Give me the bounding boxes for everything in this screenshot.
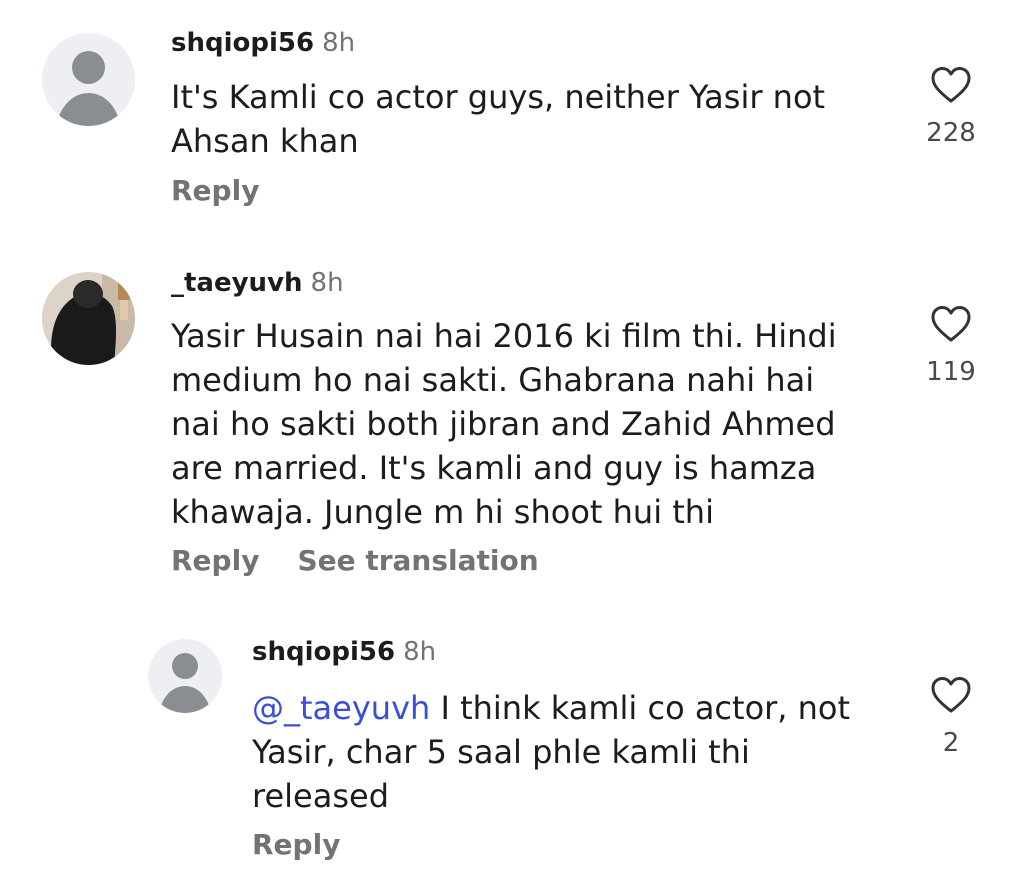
username[interactable]: shqiopi56 [252, 637, 395, 667]
comment-header: shqiopi56 8h [171, 28, 355, 58]
comment-actions: Reply [252, 829, 340, 861]
like-control: 119 [911, 305, 991, 387]
avatar-body-icon [159, 686, 211, 713]
like-count: 119 [926, 357, 976, 387]
comment-text: @_taeyuvh I think kamli co actor, not Ya… [252, 686, 902, 818]
username[interactable]: _taeyuvh [171, 268, 303, 298]
mention-link[interactable]: @_taeyuvh [252, 689, 430, 727]
reply-button[interactable]: Reply [252, 828, 340, 861]
timestamp: 8h [322, 28, 356, 58]
comment-actions: Reply See translation [171, 545, 539, 577]
see-translation-button[interactable]: See translation [297, 544, 538, 577]
comment-text: It's Kamli co actor guys, neither Yasir … [171, 78, 826, 160]
heart-outline-icon[interactable] [911, 676, 991, 714]
comment-header: _taeyuvh 8h [171, 268, 344, 298]
like-control: 228 [911, 66, 991, 148]
like-count: 2 [942, 728, 960, 758]
avatar[interactable] [148, 639, 222, 713]
comment-text: Yasir Husain nai hai 2016 ki film thi. H… [171, 317, 837, 531]
avatar[interactable] [42, 272, 135, 365]
profile-photo [42, 272, 135, 365]
heart-outline-icon[interactable] [911, 305, 991, 343]
comment-actions: Reply [171, 175, 259, 207]
avatar[interactable] [42, 33, 135, 126]
reply-button[interactable]: Reply [171, 544, 259, 577]
avatar-head-icon [72, 51, 105, 84]
avatar-head-icon [172, 653, 198, 679]
username[interactable]: shqiopi56 [171, 28, 314, 58]
reply-button[interactable]: Reply [171, 174, 259, 207]
comment-header: shqiopi56 8h [252, 637, 436, 667]
avatar-body-icon [56, 93, 121, 126]
timestamp: 8h [403, 637, 437, 667]
heart-outline-icon[interactable] [911, 66, 991, 104]
timestamp: 8h [310, 268, 344, 298]
like-count: 228 [926, 118, 976, 148]
like-control: 2 [911, 676, 991, 758]
